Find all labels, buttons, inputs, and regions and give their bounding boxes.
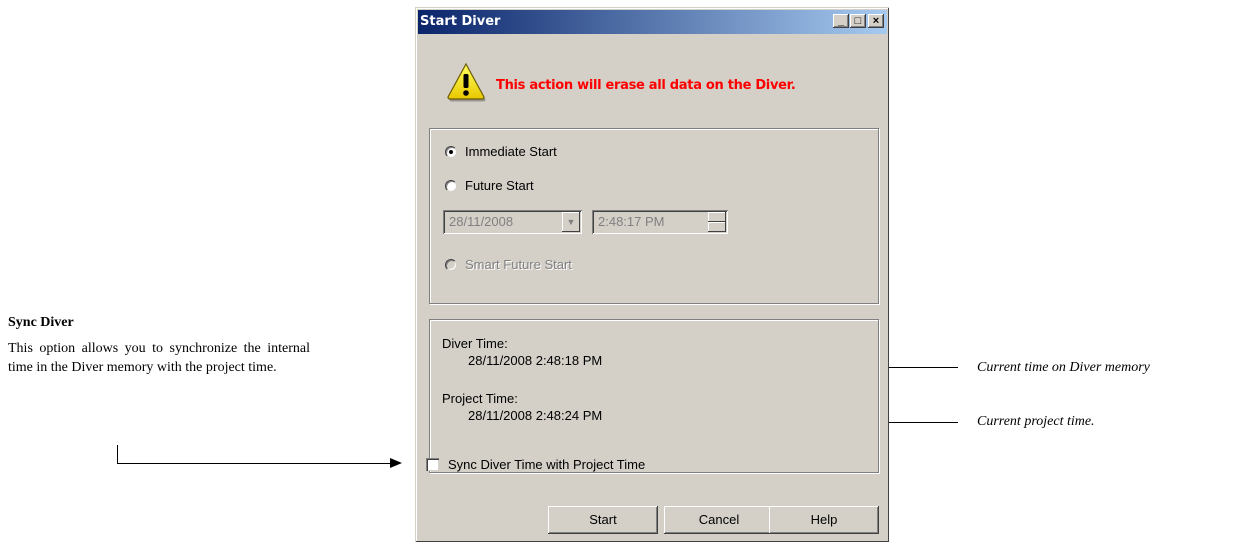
immediate-start-radio[interactable] [445,145,457,158]
minimize-button[interactable]: _ [833,14,849,28]
sync-checkbox-label[interactable]: Sync Diver Time with Project Time [448,457,645,472]
smart-future-start-label: Smart Future Start [465,257,572,272]
dialog-title: Start Diver [420,14,501,29]
future-date-picker[interactable]: 28/11/2008 ▼ [443,210,582,234]
title-bar[interactable]: Start Diver _ □ × [418,10,887,34]
project-time-note: Current project time. [977,414,1095,429]
project-time-value: 28/11/2008 2:48:24 PM [468,408,603,423]
diver-time-label: Diver Time: [442,336,508,351]
help-button[interactable]: Help [769,506,879,534]
project-time-label: Project Time: [442,391,518,406]
close-button[interactable]: × [868,14,884,28]
immediate-start-label: Immediate Start [465,144,557,159]
spin-down-icon[interactable] [708,222,726,232]
warning-message: This action will erase all data on the D… [496,78,796,93]
future-date-value: 28/11/2008 [449,214,514,229]
start-options-group: Immediate Start Future Start 28/11/2008 … [429,128,879,304]
sync-diver-description: This option allows you to synchronize th… [8,341,310,375]
start-button[interactable]: Start [548,506,658,534]
spin-up-icon[interactable] [708,212,726,222]
immediate-start-option[interactable]: Immediate Start [445,144,557,159]
cancel-button[interactable]: Cancel [664,506,774,534]
future-time-value: 2:48:17 PM [598,214,665,229]
chevron-down-icon[interactable]: ▼ [562,212,580,232]
start-diver-dialog: Start Diver _ □ × This action will erase… [415,7,889,542]
diver-time-value: 28/11/2008 2:48:18 PM [468,353,603,368]
sync-diver-heading: Sync Diver [8,315,74,330]
sync-checkbox[interactable] [426,458,439,471]
diver-time-note: Current time on Diver memory [977,360,1150,375]
future-start-option[interactable]: Future Start [445,178,534,193]
future-start-label: Future Start [465,178,534,193]
maximize-button[interactable]: □ [850,14,866,28]
future-time-spinner[interactable]: 2:48:17 PM [592,210,728,234]
future-start-radio[interactable] [445,179,457,192]
warning-triangle-icon [447,62,486,102]
smart-future-start-radio[interactable] [445,258,457,271]
times-group: Diver Time: 28/11/2008 2:48:18 PM Projec… [429,319,879,473]
smart-future-start-option[interactable]: Smart Future Start [445,257,572,272]
